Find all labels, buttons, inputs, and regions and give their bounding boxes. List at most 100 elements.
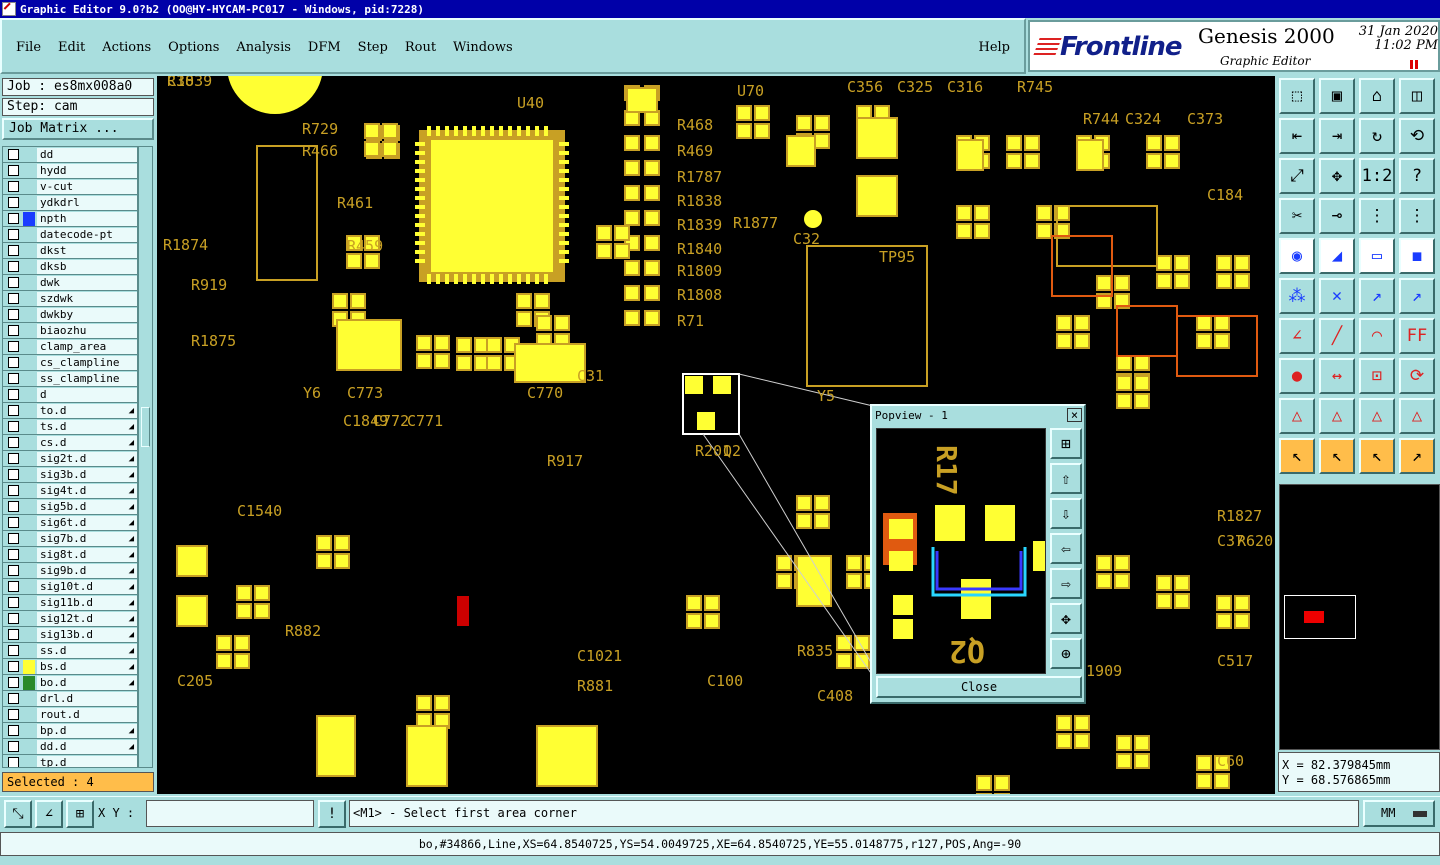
layer-row[interactable]: v-cut [3,179,137,195]
cut-tool-icon[interactable]: ✂ [1279,198,1315,234]
triangle-icon[interactable]: △ [1279,398,1315,434]
angle-icon[interactable]: ∠ [1279,318,1315,354]
refresh-icon[interactable]: ⟲ [1399,118,1435,154]
layer-row[interactable]: sig2t.d ◢ [3,451,137,467]
layer-row[interactable]: npth [3,211,137,227]
layer-name[interactable]: sig7b.d ◢ [37,531,137,546]
layer-checkbox[interactable] [8,389,19,400]
layer-checkbox[interactable] [8,309,19,320]
split-icon[interactable]: ↔ [1319,358,1355,394]
zoom-home-icon[interactable]: ⬚ [1279,78,1315,114]
layer-scrollbar[interactable] [138,146,153,768]
layer-checkbox[interactable] [8,325,19,336]
xy-input[interactable] [146,800,314,827]
layer-row[interactable]: dksb [3,259,137,275]
layer-row[interactable]: bp.d ◢ [3,723,137,739]
layer-checkbox[interactable] [8,677,19,688]
window-icon[interactable]: ◫ [1399,78,1435,114]
layer-checkbox[interactable] [8,229,19,240]
layer-checkbox[interactable] [8,581,19,592]
job-matrix-button[interactable]: Job Matrix ... [2,118,154,140]
layer-row[interactable]: sig12t.d ◢ [3,611,137,627]
layer-name[interactable]: szdwk [37,291,137,306]
layer-name[interactable]: to.d ◢ [37,403,137,418]
layer-name[interactable]: dd [37,147,137,162]
layer-name[interactable]: ss_clampline [37,371,137,386]
layer-row[interactable]: ss_clampline [3,371,137,387]
layer-name[interactable]: sig5b.d ◢ [37,499,137,514]
ff-icon[interactable]: FF [1399,318,1435,354]
layer-row[interactable]: szdwk [3,291,137,307]
ruler-icon[interactable]: ▭ [1359,238,1395,274]
layer-name[interactable]: bs.d ◢ [37,659,137,674]
layer-row[interactable]: tp.d [3,755,137,767]
menu-step[interactable]: Step [358,40,388,55]
menu-dfm[interactable]: DFM [308,40,341,55]
popview-image[interactable]: R17 Q2 [876,428,1046,674]
popview-zoom-center-icon[interactable]: ⊕ [1050,638,1082,669]
layer-row[interactable]: dkst [3,243,137,259]
layer-row[interactable]: sig3b.d ◢ [3,467,137,483]
pan-left-icon[interactable]: ⇤ [1279,118,1315,154]
layer-checkbox[interactable] [8,213,19,224]
minimap[interactable] [1279,484,1440,750]
layer-name[interactable]: hydd [37,163,137,178]
move2-icon[interactable]: ↗ [1399,278,1435,314]
layer-name[interactable]: dd.d ◢ [37,739,137,754]
layer-checkbox[interactable] [8,501,19,512]
layer-checkbox[interactable] [8,645,19,656]
layer-checkbox[interactable] [8,629,19,640]
cross-icon[interactable]: ✕ [1319,278,1355,314]
layer-checkbox[interactable] [8,357,19,368]
layer-checkbox[interactable] [8,261,19,272]
popview-pan-up-icon[interactable]: ⇧ [1050,463,1082,494]
popview-pan-left-icon[interactable]: ⇦ [1050,533,1082,564]
net2-tool-icon[interactable]: ⋮ [1399,198,1435,234]
layer-row[interactable]: hydd [3,163,137,179]
layer-checkbox[interactable] [8,341,19,352]
layer-checkbox[interactable] [8,709,19,720]
layer-checkbox[interactable] [8,469,19,480]
layer-name[interactable]: dwk [37,275,137,290]
layer-row[interactable]: sig13b.d ◢ [3,627,137,643]
layer-name[interactable]: datecode-pt [37,227,137,242]
popview-pan-right-icon[interactable]: ⇨ [1050,568,1082,599]
app-icon[interactable] [2,2,16,16]
layer-row[interactable]: cs.d ◢ [3,435,137,451]
layer-name[interactable]: sig8t.d ◢ [37,547,137,562]
layer-row[interactable]: datecode-pt [3,227,137,243]
popview-pan-down-icon[interactable]: ⇩ [1050,498,1082,529]
triangle3-icon[interactable]: △ [1359,398,1395,434]
layer-name[interactable]: bp.d ◢ [37,723,137,738]
layer-name[interactable]: sig11b.d ◢ [37,595,137,610]
grid-icon[interactable]: ⊞ [66,800,94,828]
menu-actions[interactable]: Actions [102,40,151,55]
arc-icon[interactable]: ◠ [1359,318,1395,354]
measure-area-icon[interactable]: ∠ [35,800,63,828]
layer-row[interactable]: sig7b.d ◢ [3,531,137,547]
graphic-canvas[interactable]: U40 U70 R468 R469 R1787 R1838 R1839 R1840 R1809 R… [157,76,1275,794]
layer-row[interactable]: rout.d [3,707,137,723]
menu-help[interactable]: Help [978,40,1010,55]
menu-options[interactable]: Options [168,40,219,55]
zoom-area-icon[interactable]: ⤡ [4,800,32,828]
layer-row[interactable]: cs_clampline [3,355,137,371]
layer-row[interactable]: dd [3,147,137,163]
layer-row[interactable]: sig4t.d ◢ [3,483,137,499]
triangle4-icon[interactable]: △ [1399,398,1435,434]
snap-tool-icon[interactable]: ⊸ [1319,198,1355,234]
layer-name[interactable]: d [37,387,137,402]
layer-row[interactable]: drl.d [3,691,137,707]
pointer-net-icon[interactable]: ↗ [1399,438,1435,474]
layer-row[interactable]: dwk [3,275,137,291]
pointer-sel-icon[interactable]: ↖ [1359,438,1395,474]
menu-analysis[interactable]: Analysis [236,40,291,55]
layer-checkbox[interactable] [8,181,19,192]
help-icon[interactable]: ? [1399,158,1435,194]
layer-name[interactable]: dksb [37,259,137,274]
pause-icon[interactable] [1410,60,1418,69]
layer-checkbox[interactable] [8,661,19,672]
units-select[interactable]: MM [1363,800,1435,827]
layer-row[interactable]: ts.d ◢ [3,419,137,435]
layer-checkbox[interactable] [8,293,19,304]
